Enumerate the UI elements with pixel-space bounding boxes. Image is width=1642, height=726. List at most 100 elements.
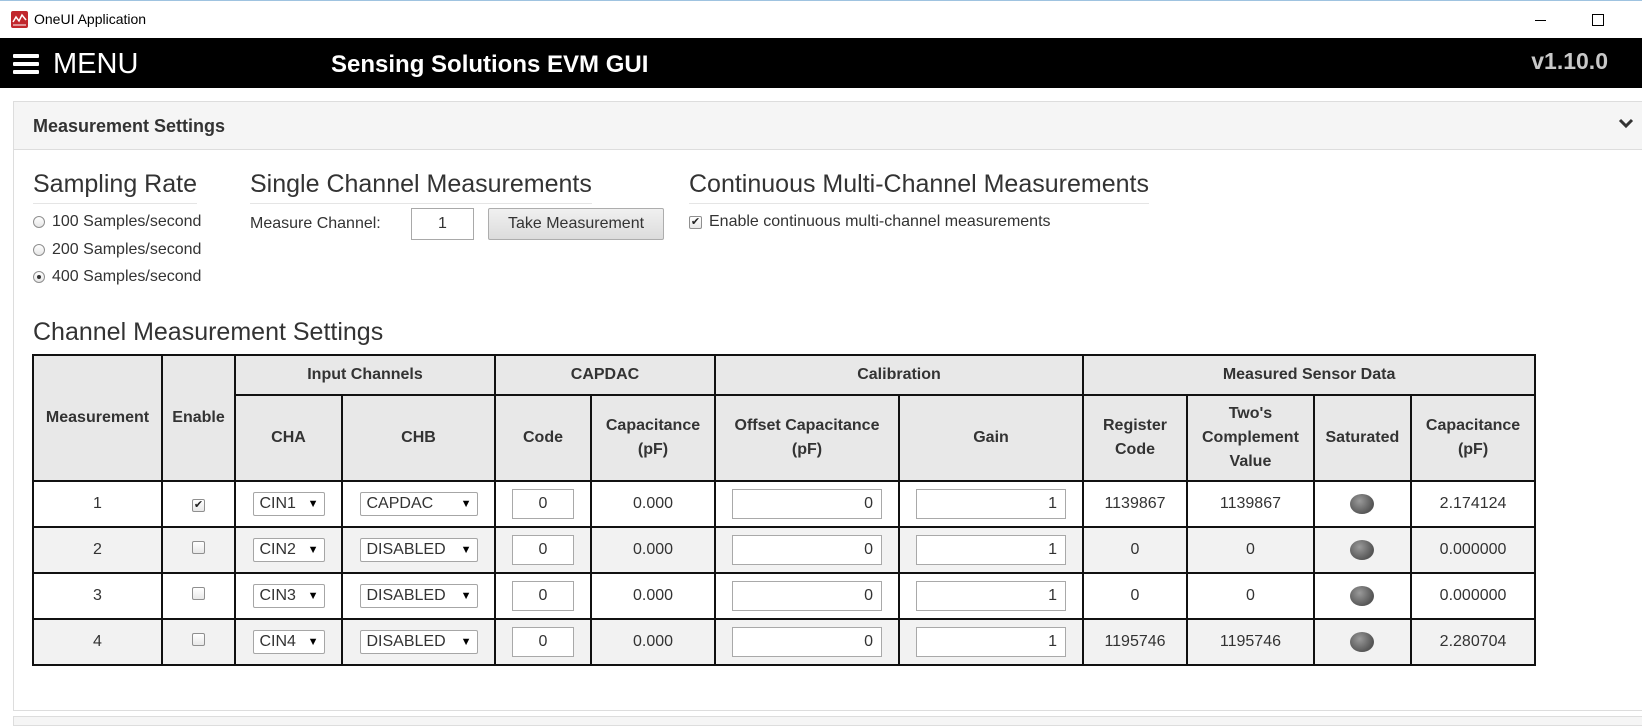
cha-value: CIN3 — [259, 587, 296, 604]
sampling-option-400[interactable]: 400 Samples/second — [33, 268, 201, 286]
cha-select[interactable]: CIN2 ▼ — [252, 538, 325, 562]
radio-200[interactable] — [33, 244, 45, 256]
window-titlebar: OneUI Application — [0, 0, 1642, 38]
dropdown-arrow-icon: ▼ — [460, 498, 472, 510]
group-header-input-channels: Input Channels — [234, 354, 496, 396]
sampling-option-label: 400 Samples/second — [52, 268, 202, 285]
saturated-indicator-icon — [1350, 494, 1375, 514]
dropdown-arrow-icon: ▼ — [460, 636, 472, 648]
gain-input[interactable]: 1 — [916, 489, 1066, 519]
channel-settings-table: Measurement Enable Input Channels CAPDAC… — [32, 354, 1537, 666]
capdac-capacitance: 0.000 — [590, 572, 716, 620]
take-measurement-button[interactable]: Take Measurement — [488, 208, 664, 240]
maximize-icon — [1592, 14, 1604, 26]
measurement-number: 4 — [32, 618, 163, 666]
col-header-register-code: Register Code — [1082, 394, 1188, 482]
maximize-button[interactable] — [1575, 1, 1621, 39]
enable-cell: ✔ — [161, 480, 236, 528]
measurement-number: 2 — [32, 526, 163, 574]
hamburger-menu-icon[interactable] — [13, 54, 39, 74]
cha-value: CIN4 — [259, 633, 296, 650]
offset-capacitance-input[interactable]: 0 — [732, 581, 882, 611]
enable-cell — [161, 526, 236, 574]
chb-value: DISABLED — [366, 541, 446, 558]
enable-checkbox[interactable]: ✔ — [192, 499, 205, 512]
minimize-button[interactable] — [1517, 1, 1563, 39]
sampling-option-label: 100 Samples/second — [52, 213, 202, 230]
col-header-chb: CHB — [341, 394, 496, 482]
app-header: MENU Sensing Solutions EVM GUI v1.10.0 — [0, 38, 1642, 88]
sampling-rate-title: Sampling Rate — [33, 170, 197, 204]
version-label: v1.10.0 — [1531, 48, 1608, 74]
capdac-code-input[interactable]: 0 — [512, 627, 574, 657]
gain-input[interactable]: 1 — [916, 581, 1066, 611]
enable-checkbox[interactable] — [192, 541, 205, 554]
gain-input[interactable]: 1 — [916, 627, 1066, 657]
twos-complement-value: 0 — [1186, 572, 1315, 620]
saturated-indicator-icon — [1350, 540, 1375, 560]
col-header-gain: Gain — [898, 394, 1084, 482]
measured-capacitance: 2.174124 — [1409, 480, 1537, 528]
panel-title: Measurement Settings — [33, 116, 226, 136]
offset-capacitance-input[interactable]: 0 — [732, 627, 882, 657]
table-row: 2 CIN2 ▼ DISABLED ▼ 0 0.000 0 1 0 0 0.0000… — [32, 526, 1537, 574]
col-header-cha: CHA — [234, 394, 343, 482]
chb-select[interactable]: DISABLED ▼ — [359, 538, 478, 562]
panel-heading[interactable]: Measurement Settings — [14, 102, 1642, 150]
radio-400[interactable] — [33, 271, 45, 283]
group-header-capdac: CAPDAC — [494, 354, 716, 396]
measure-channel-input[interactable]: 1 — [411, 208, 474, 240]
chb-value: DISABLED — [366, 633, 446, 650]
cha-select[interactable]: CIN3 ▼ — [252, 584, 325, 608]
gain-input[interactable]: 1 — [916, 535, 1066, 565]
continuous-enable-label: Enable continuous multi-channel measurem… — [709, 213, 1051, 230]
col-header-saturated: Saturated — [1312, 394, 1412, 482]
offset-capacitance-input[interactable]: 0 — [732, 489, 882, 519]
twos-complement-value: 1195746 — [1186, 618, 1315, 666]
col-header-capacitance-out: Capacitance (pF) — [1409, 394, 1537, 482]
col-header-offset: Offset Capacitance (pF) — [714, 394, 900, 482]
capdac-code-input[interactable]: 0 — [512, 581, 574, 611]
chb-select[interactable]: DISABLED ▼ — [359, 630, 478, 654]
chb-select[interactable]: CAPDAC ▼ — [359, 492, 478, 516]
enable-cell — [161, 618, 236, 666]
radio-100[interactable] — [33, 216, 45, 228]
col-header-enable: Enable — [161, 354, 236, 482]
chb-value: CAPDAC — [366, 495, 434, 512]
measured-capacitance: 0.000000 — [1409, 572, 1537, 620]
enable-checkbox[interactable] — [192, 587, 205, 600]
group-header-measured: Measured Sensor Data — [1081, 354, 1537, 396]
register-code: 1139867 — [1082, 480, 1188, 528]
saturated-indicator-icon — [1350, 632, 1375, 652]
cha-select[interactable]: CIN1 ▼ — [252, 492, 325, 516]
enable-checkbox[interactable] — [192, 633, 205, 646]
chb-select[interactable]: DISABLED ▼ — [359, 584, 478, 608]
menu-button[interactable]: MENU — [53, 48, 138, 81]
dropdown-arrow-icon: ▼ — [307, 498, 319, 510]
continuous-enable-checkbox[interactable]: ✔ — [689, 215, 702, 229]
chevron-down-icon[interactable] — [1618, 116, 1634, 129]
capdac-code-input[interactable]: 0 — [512, 489, 574, 519]
col-header-measurement: Measurement — [32, 354, 163, 482]
twos-complement-value: 1139867 — [1186, 480, 1315, 528]
chb-value: DISABLED — [366, 587, 446, 604]
sampling-option-200[interactable]: 200 Samples/second — [33, 241, 201, 259]
enable-cell — [161, 572, 236, 620]
measure-channel-label: Measure Channel: — [250, 215, 381, 232]
continuous-title: Continuous Multi-Channel Measurements — [689, 170, 1149, 204]
capdac-capacitance: 0.000 — [590, 480, 716, 528]
offset-capacitance-input[interactable]: 0 — [732, 535, 882, 565]
dropdown-arrow-icon: ▼ — [460, 590, 472, 602]
col-header-capacitance: Capacitance (pF) — [590, 394, 716, 482]
next-panel-heading[interactable] — [13, 716, 1642, 726]
channel-settings-title: Channel Measurement Settings — [33, 318, 384, 346]
capdac-code-input[interactable]: 0 — [512, 535, 574, 565]
dropdown-arrow-icon: ▼ — [307, 544, 319, 556]
register-code: 1195746 — [1082, 618, 1188, 666]
app-logo-icon — [11, 11, 28, 28]
sampling-option-100[interactable]: 100 Samples/second — [33, 213, 201, 231]
cha-select[interactable]: CIN4 ▼ — [252, 630, 325, 654]
measurement-number: 3 — [32, 572, 163, 620]
saturated-indicator-icon — [1350, 586, 1375, 606]
continuous-enable-row[interactable]: ✔ Enable continuous multi-channel measur… — [689, 213, 1051, 231]
